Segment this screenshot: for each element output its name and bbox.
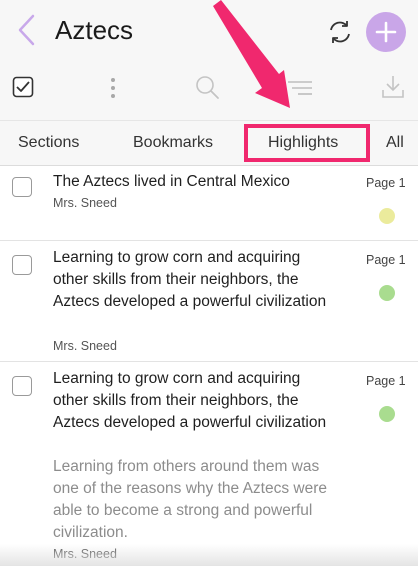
highlight-text: The Aztecs lived in Central Mexico xyxy=(53,173,290,190)
sync-button[interactable] xyxy=(322,14,358,50)
app-header: Aztecs xyxy=(0,0,418,120)
highlight-color-dot xyxy=(379,208,395,224)
more-vertical-icon xyxy=(111,78,115,98)
highlight-item[interactable]: The Aztecs lived in Central Mexico Mrs. … xyxy=(0,166,418,241)
highlight-item[interactable]: Learning to grow corn and acquiring othe… xyxy=(0,362,418,566)
item-checkbox[interactable] xyxy=(12,177,32,197)
highlight-note: Learning from others around them was one… xyxy=(53,458,327,541)
highlight-author: Mrs. Sneed xyxy=(53,547,117,561)
tab-all[interactable]: All xyxy=(386,121,404,165)
highlight-item[interactable]: Learning to grow corn and acquiring othe… xyxy=(0,241,418,362)
highlights-tab-annotation-box xyxy=(244,124,370,162)
highlight-page: Page 1 xyxy=(366,374,406,388)
highlight-color-dot xyxy=(379,285,395,301)
add-button[interactable] xyxy=(366,12,406,52)
tab-sections[interactable]: Sections xyxy=(18,121,79,165)
tab-bookmarks[interactable]: Bookmarks xyxy=(133,121,213,165)
highlight-page: Page 1 xyxy=(366,253,406,267)
highlight-text: Learning to grow corn and acquiring othe… xyxy=(53,249,327,310)
item-checkbox[interactable] xyxy=(12,255,32,275)
checkbox-icon xyxy=(12,76,34,98)
more-button[interactable] xyxy=(104,74,122,102)
sync-icon xyxy=(330,21,350,43)
search-button[interactable] xyxy=(192,72,222,102)
select-toggle[interactable] xyxy=(10,74,36,100)
plus-icon xyxy=(375,21,397,43)
sort-button[interactable] xyxy=(284,76,316,100)
highlight-color-dot xyxy=(379,406,395,422)
back-button[interactable] xyxy=(12,10,40,50)
item-checkbox[interactable] xyxy=(12,376,32,396)
highlight-page: Page 1 xyxy=(366,176,406,190)
highlight-author: Mrs. Sneed xyxy=(53,196,117,210)
search-icon xyxy=(196,76,219,99)
highlight-text: Learning to grow corn and acquiring othe… xyxy=(53,370,327,431)
highlight-author: Mrs. Sneed xyxy=(53,339,117,353)
chevron-left-icon xyxy=(18,14,35,46)
sort-icon xyxy=(288,81,312,95)
page-title: Aztecs xyxy=(55,15,134,45)
download-icon xyxy=(382,76,404,98)
download-button[interactable] xyxy=(378,72,408,102)
tab-bar: Sections Bookmarks Highlights All xyxy=(0,120,418,166)
